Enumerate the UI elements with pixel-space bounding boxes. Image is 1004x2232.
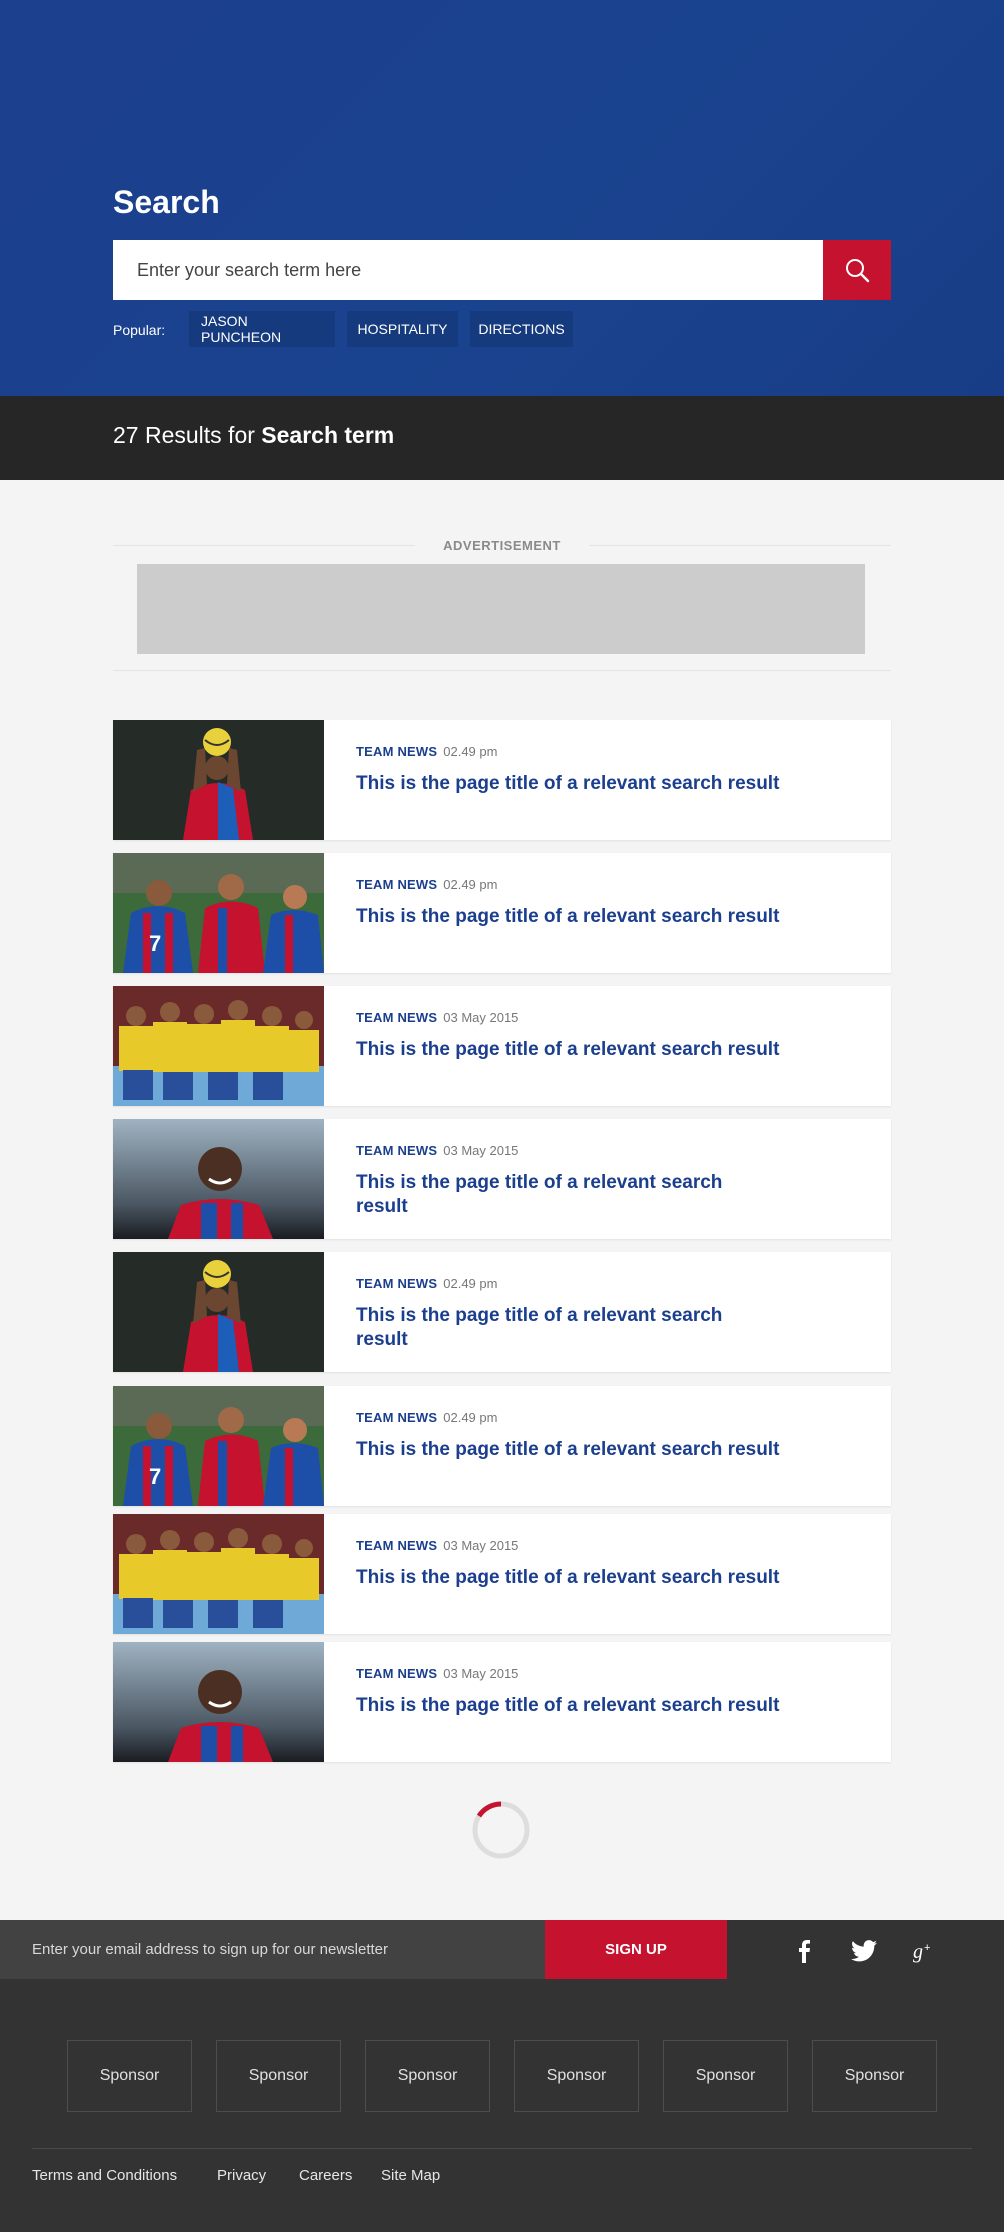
- result-meta: TEAM NEWS 02.49 pm: [356, 1410, 497, 1425]
- result-card[interactable]: TEAM NEWS 03 May 2015 This is the page ti…: [113, 1514, 891, 1634]
- advertisement-slot[interactable]: [137, 564, 865, 654]
- result-date: 03 May 2015: [443, 1010, 519, 1025]
- search-title: Search: [113, 184, 220, 220]
- result-card[interactable]: 7 TEAM NEWS 02.49 pm This is the page tit…: [113, 1386, 891, 1506]
- footer-link-privacy[interactable]: Privacy: [217, 2167, 266, 2184]
- result-title[interactable]: This is the page title of a relevant sea…: [356, 905, 786, 929]
- newsletter-email-input[interactable]: [0, 1920, 545, 1979]
- result-title[interactable]: This is the page title of a relevant sea…: [356, 1566, 786, 1590]
- result-photo: [113, 1252, 324, 1372]
- result-thumbnail[interactable]: [113, 1252, 324, 1372]
- result-date: 02.49 pm: [443, 1276, 498, 1291]
- result-date: 03 May 2015: [443, 1538, 519, 1553]
- result-photo: [113, 1119, 324, 1239]
- google-plus-icon[interactable]: g +: [909, 1938, 939, 1964]
- svg-text:7: 7: [149, 931, 161, 956]
- result-photo: 7: [113, 853, 324, 973]
- result-date: 02.49 pm: [443, 1410, 498, 1425]
- result-card[interactable]: 7 TEAM NEWS 02.49 pm This is the page tit…: [113, 853, 891, 973]
- result-card[interactable]: TEAM NEWS 03 May 2015 This is the page ti…: [113, 1642, 891, 1762]
- result-photo: [113, 986, 324, 1106]
- results-search-term: Search term: [261, 422, 395, 448]
- result-meta: TEAM NEWS 03 May 2015: [356, 1143, 518, 1158]
- result-thumbnail[interactable]: [113, 1119, 324, 1239]
- result-title[interactable]: This is the page title of a relevant sea…: [356, 772, 786, 796]
- result-card[interactable]: TEAM NEWS 02.49 pm This is the page title…: [113, 720, 891, 840]
- results-count-prefix: 27 Results for: [113, 422, 262, 448]
- popular-label: Popular:: [113, 322, 166, 338]
- svg-text:7: 7: [149, 1464, 161, 1489]
- search-input[interactable]: [113, 240, 823, 300]
- result-card[interactable]: TEAM NEWS 03 May 2015 This is the page ti…: [113, 986, 891, 1106]
- results-count: 27 Results for Search term: [113, 422, 394, 449]
- sponsor-logo[interactable]: Sponsor: [514, 2040, 639, 2112]
- result-photo: [113, 720, 324, 840]
- result-category[interactable]: TEAM NEWS: [356, 1276, 437, 1291]
- footer-divider: [32, 2148, 972, 2149]
- popular-tag[interactable]: JASON PUNCHEON: [189, 311, 335, 347]
- result-date: 02.49 pm: [443, 877, 498, 892]
- popular-tag[interactable]: HOSPITALITY: [347, 311, 458, 347]
- result-meta: TEAM NEWS 02.49 pm: [356, 744, 497, 759]
- result-date: 03 May 2015: [443, 1143, 519, 1158]
- result-thumbnail[interactable]: [113, 986, 324, 1106]
- twitter-icon[interactable]: [849, 1938, 879, 1964]
- result-card[interactable]: TEAM NEWS 02.49 pm This is the page title…: [113, 1252, 891, 1372]
- result-meta: TEAM NEWS 03 May 2015: [356, 1666, 518, 1681]
- advertisement-label: ADVERTISEMENT: [443, 538, 561, 553]
- result-thumbnail[interactable]: 7: [113, 853, 324, 973]
- footer-link-terms[interactable]: Terms and Conditions: [32, 2167, 177, 2184]
- result-title[interactable]: This is the page title of a relevant sea…: [356, 1304, 736, 1352]
- result-category[interactable]: TEAM NEWS: [356, 1010, 437, 1025]
- result-meta: TEAM NEWS 02.49 pm: [356, 877, 497, 892]
- svg-text:g: g: [913, 1941, 923, 1963]
- result-meta: TEAM NEWS 03 May 2015: [356, 1010, 518, 1025]
- sponsor-logo[interactable]: Sponsor: [67, 2040, 192, 2112]
- svg-text:+: +: [924, 1942, 930, 1954]
- result-meta: TEAM NEWS 03 May 2015: [356, 1538, 518, 1553]
- result-photo: [113, 1642, 324, 1762]
- result-photo: 7: [113, 1386, 324, 1506]
- result-category[interactable]: TEAM NEWS: [356, 1538, 437, 1553]
- footer-link-careers[interactable]: Careers: [299, 2167, 352, 2184]
- result-photo: [113, 1514, 324, 1634]
- popular-tag[interactable]: DIRECTIONS: [470, 311, 573, 347]
- sponsor-logo[interactable]: Sponsor: [663, 2040, 788, 2112]
- result-title[interactable]: This is the page title of a relevant sea…: [356, 1171, 736, 1219]
- result-category[interactable]: TEAM NEWS: [356, 1666, 437, 1681]
- result-thumbnail[interactable]: 7: [113, 1386, 324, 1506]
- result-category[interactable]: TEAM NEWS: [356, 1410, 437, 1425]
- facebook-icon[interactable]: [789, 1938, 819, 1964]
- result-thumbnail[interactable]: [113, 1514, 324, 1634]
- loading-spinner-icon: [472, 1801, 530, 1859]
- search-button[interactable]: [823, 240, 891, 300]
- result-category[interactable]: TEAM NEWS: [356, 744, 437, 759]
- site-footer: SIGN UP g + Sponsor Sponsor Sponsor Spon…: [0, 1920, 1004, 2232]
- result-category[interactable]: TEAM NEWS: [356, 877, 437, 892]
- result-date: 02.49 pm: [443, 744, 498, 759]
- result-meta: TEAM NEWS 02.49 pm: [356, 1276, 497, 1291]
- search-hero: Search Popular: JASON PUNCHEON HOSPITALI…: [0, 0, 1004, 396]
- ad-divider: [113, 670, 891, 671]
- result-date: 03 May 2015: [443, 1666, 519, 1681]
- sponsor-logo[interactable]: Sponsor: [365, 2040, 490, 2112]
- result-thumbnail[interactable]: [113, 720, 324, 840]
- newsletter-signup-button[interactable]: SIGN UP: [545, 1920, 727, 1979]
- result-title[interactable]: This is the page title of a relevant sea…: [356, 1694, 786, 1718]
- results-summary-bar: 27 Results for Search term: [0, 396, 1004, 480]
- sponsor-logo[interactable]: Sponsor: [216, 2040, 341, 2112]
- result-thumbnail[interactable]: [113, 1642, 324, 1762]
- footer-link-sitemap[interactable]: Site Map: [381, 2167, 440, 2184]
- result-title[interactable]: This is the page title of a relevant sea…: [356, 1038, 786, 1062]
- sponsor-logo[interactable]: Sponsor: [812, 2040, 937, 2112]
- result-category[interactable]: TEAM NEWS: [356, 1143, 437, 1158]
- result-title[interactable]: This is the page title of a relevant sea…: [356, 1438, 786, 1462]
- search-icon: [846, 259, 870, 283]
- result-card[interactable]: TEAM NEWS 03 May 2015 This is the page ti…: [113, 1119, 891, 1239]
